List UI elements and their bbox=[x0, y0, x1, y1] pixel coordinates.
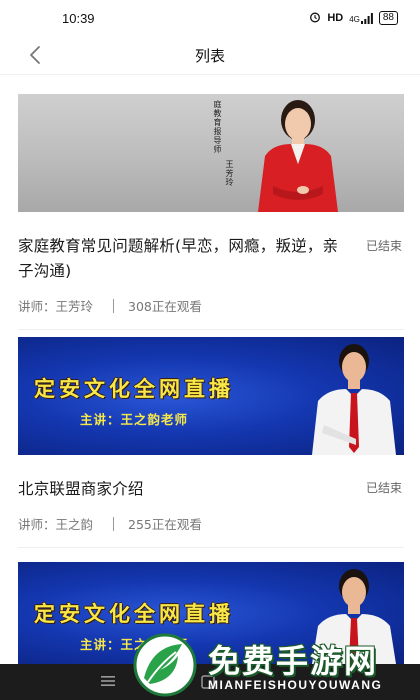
meta-divider bbox=[113, 298, 115, 313]
viewer-count: 308正在观看 bbox=[128, 299, 202, 314]
watermark-text: 免费手游网 bbox=[208, 642, 379, 680]
list-item[interactable]: 定安文化全网直播 主讲：王之韵老师 已结束 北京联盟商家介绍 讲师：王之韵 25… bbox=[18, 337, 404, 548]
menu-icon[interactable] bbox=[100, 674, 116, 692]
navigation-bar: 列表 bbox=[0, 36, 420, 75]
divider bbox=[18, 329, 404, 330]
watermark: 免费手游网 MIANFEISHOUYOUWANG bbox=[128, 628, 420, 700]
page-title: 列表 bbox=[194, 46, 225, 65]
course-title[interactable]: 北京联盟商家介绍 bbox=[18, 477, 348, 502]
thumbnail-name: 王芳玲 bbox=[225, 160, 234, 187]
meta-divider bbox=[113, 516, 115, 531]
battery-icon: 88 bbox=[378, 11, 398, 25]
lecturer-photo bbox=[312, 344, 396, 455]
back-button[interactable] bbox=[22, 42, 48, 68]
course-title[interactable]: 家庭教育常见问题解析(早恋，网瘾，叛逆，亲子沟通) bbox=[18, 234, 348, 284]
signal-icon: 4G bbox=[349, 12, 373, 24]
viewer-count: 255正在观看 bbox=[128, 517, 202, 532]
watermark-logo-icon bbox=[133, 633, 197, 697]
signal-label: 4G bbox=[349, 14, 360, 24]
course-thumbnail[interactable]: 庭教育报导师 王芳玲 bbox=[18, 94, 404, 212]
list-item[interactable]: 庭教育报导师 王芳玲 已结束 家庭教育常见问题解析(早恋，网瘾，叛逆，亲子沟通)… bbox=[18, 94, 404, 330]
lecturer-name: 讲师：王之韵 bbox=[18, 517, 94, 532]
course-meta: 讲师：王芳玲 308正在观看 bbox=[18, 296, 404, 315]
status-badge: 已结束 bbox=[365, 481, 402, 495]
hd-label: HD bbox=[327, 12, 344, 24]
alarm-icon bbox=[309, 11, 321, 26]
status-badge: 已结束 bbox=[365, 239, 402, 253]
battery-level: 88 bbox=[382, 12, 394, 23]
status-time: 10:39 bbox=[62, 10, 95, 26]
divider bbox=[18, 547, 404, 548]
watermark-subtext: MIANFEISHOUYOUWANG bbox=[208, 678, 383, 692]
status-icons: HD 4G 88 bbox=[309, 11, 398, 26]
status-bar: 10:39 HD 4G 88 bbox=[0, 0, 420, 36]
course-meta: 讲师：王之韵 255正在观看 bbox=[18, 514, 404, 533]
thumbnail-caption: 庭教育报导师 bbox=[213, 100, 222, 154]
banner-subtitle: 主讲：王之韵老师 bbox=[80, 412, 189, 427]
course-thumbnail[interactable]: 定安文化全网直播 主讲：王之韵老师 bbox=[18, 337, 404, 455]
lecturer-name: 讲师：王芳玲 bbox=[18, 299, 94, 314]
chevron-left-icon bbox=[30, 46, 40, 64]
banner-title: 定安文化全网直播 bbox=[34, 602, 234, 626]
lecturer-photo bbox=[258, 100, 338, 212]
banner-title: 定安文化全网直播 bbox=[34, 377, 234, 401]
